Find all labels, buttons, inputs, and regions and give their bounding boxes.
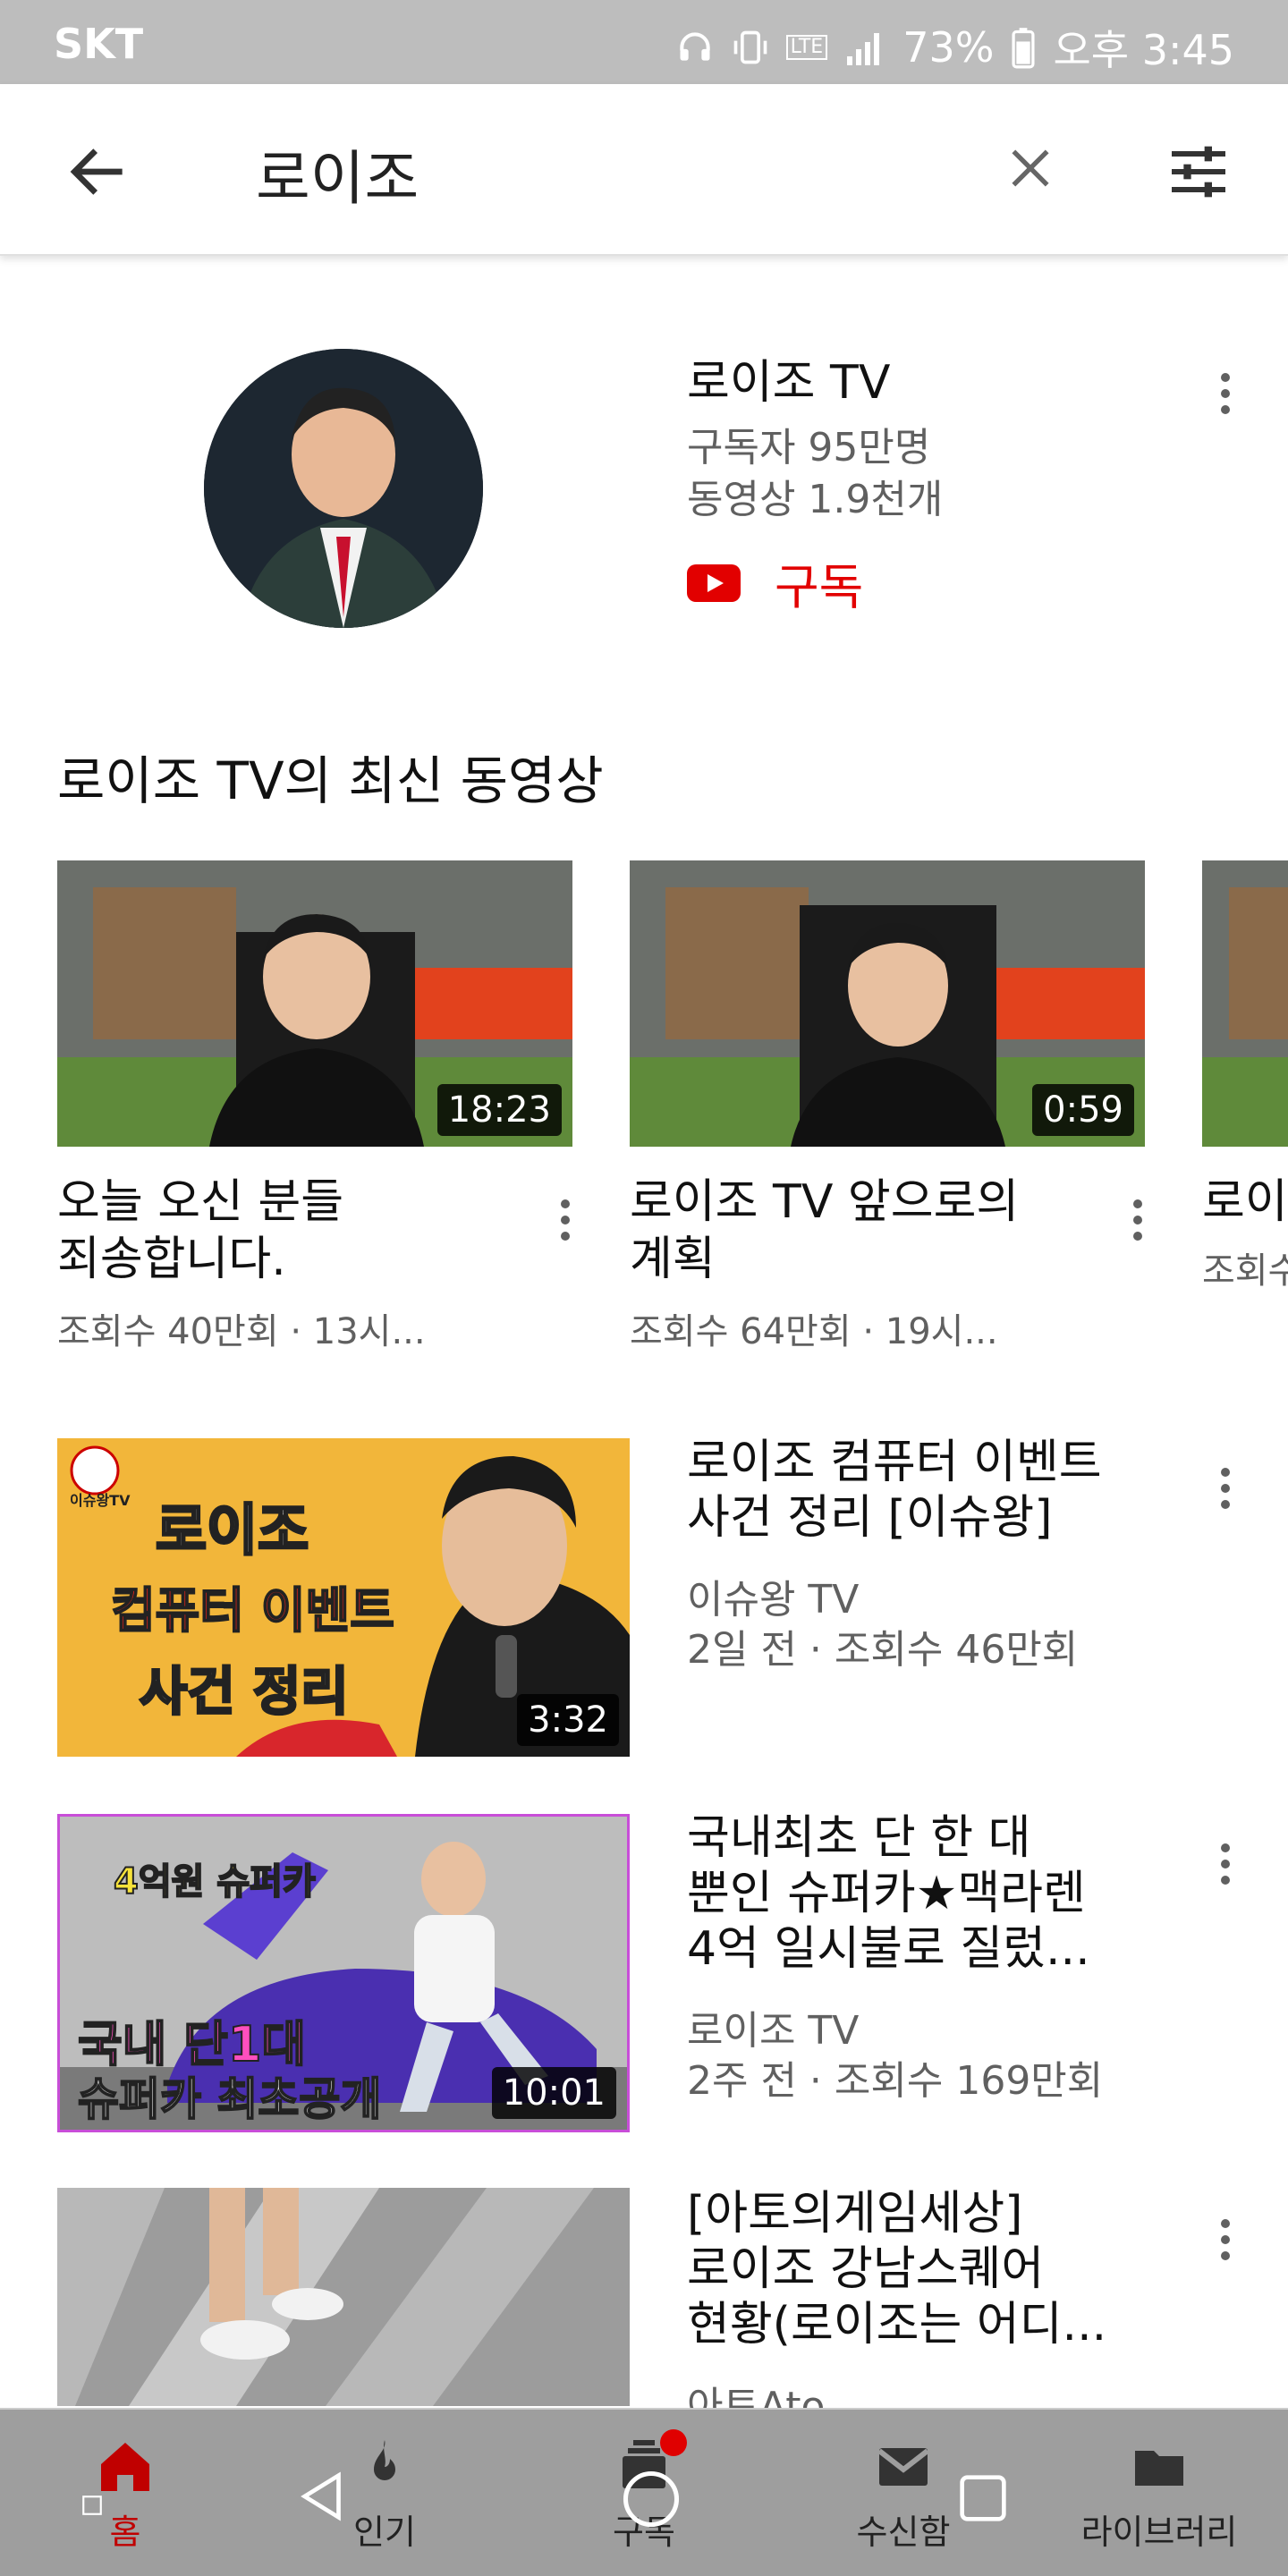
video-title[interactable]: 로이조 컴퓨터 이벤트 사건 정리 [이슈왕] (687, 1435, 1188, 1546)
battery-percent: 73% (902, 23, 995, 72)
flame-icon (374, 2439, 395, 2480)
video-thumbnail[interactable]: 4억원 슈퍼카 국내 단1대 슈퍼카 최초공개 10:01 (57, 1814, 630, 2132)
video-title-line: 오늘 오신 분들 (57, 1175, 344, 1229)
search-query[interactable]: 로이조 (256, 131, 419, 216)
video-title[interactable]: 로이조 TV 앞으로의 계획 (630, 1174, 1095, 1288)
video-title[interactable]: 오늘 오신 분들 죄송합니다. (57, 1174, 522, 1288)
video-duration: 10:01 (491, 2067, 616, 2119)
headphones-icon (679, 32, 710, 61)
nav-label: 라이브러리 (1080, 2512, 1238, 2552)
thumbnail-text: 사건 정리 (139, 1660, 351, 1724)
status-icons: LTE 73% 오후 3:45 (675, 18, 1234, 77)
thumbnail-image (1202, 860, 1288, 1147)
back-arrow-icon[interactable] (63, 136, 134, 208)
nav-home[interactable]: 홈 (36, 2410, 215, 2576)
video-title[interactable]: [아토의게임세상] 로이조 강남스퀘어 현황(로이조는 어디... (687, 2186, 1188, 2352)
channel-more-icon[interactable] (1208, 358, 1243, 429)
video-meta: 조회수 (1202, 1250, 1288, 1292)
video-duration: 3:32 (517, 1694, 619, 1746)
video-title-line: 로이조 컴퓨터 이벤트 (687, 1436, 1102, 1489)
signal-icon (847, 33, 880, 65)
video-thumbnail[interactable]: 이슈왕TV 로이조 컴퓨터 이벤트 사건 정리 3:32 (57, 1438, 630, 1757)
video-more-icon[interactable] (1120, 1184, 1156, 1256)
channel-avatar[interactable] (204, 349, 483, 628)
video-meta: 조회수 64만회 · 19시... (630, 1311, 998, 1352)
avatar-portrait (204, 349, 483, 628)
system-recents-icon[interactable] (952, 2467, 1014, 2529)
thumbnail-image (57, 2188, 630, 2406)
home-icon (101, 2442, 149, 2491)
nav-label: 수신함 (856, 2512, 951, 2552)
nav-label: 인기 (353, 2512, 416, 2552)
video-meta: 2일 전 · 조회수 46만회 (687, 1627, 1079, 1673)
video-channel: 로이조 TV (687, 2008, 860, 2054)
notification-dot (660, 2429, 687, 2456)
video-title-line: 현황(로이조는 어디... (687, 2298, 1107, 2351)
thumbnail-text: 로이조 (154, 1496, 309, 1564)
video-channel: 아토Ato (687, 2384, 826, 2408)
video-more-icon[interactable] (547, 1184, 583, 1256)
video-thumbnail[interactable] (57, 2188, 630, 2406)
channel-subscribers: 구독자 95만명 (687, 425, 931, 470)
video-thumbnail[interactable] (1202, 860, 1288, 1147)
video-duration: 18:23 (436, 1084, 562, 1136)
library-icon (1135, 2450, 1183, 2486)
video-title-line: [아토의게임세상] (687, 2187, 1023, 2241)
video-thumbnail[interactable]: 0:59 (630, 860, 1145, 1147)
video-title-line: 국내최초 단 한 대 (687, 1811, 1031, 1865)
video-more-icon[interactable] (1208, 1453, 1243, 1524)
subscribe-label: 구독 (775, 559, 864, 615)
video-duration: 0:59 (1032, 1084, 1134, 1136)
video-thumbnail[interactable]: 18:23 (57, 860, 572, 1147)
video-meta: 2주 전 · 조회수 169만회 (687, 2058, 1104, 2104)
video-more-icon[interactable] (1208, 2204, 1243, 2275)
filter-icon[interactable] (1163, 136, 1234, 208)
video-title-line: 계획 (630, 1233, 716, 1286)
video-title-line: 뿐인 슈퍼카★맥라렌 (687, 1867, 1086, 1920)
system-back-icon[interactable] (292, 2465, 354, 2528)
clock: 오후 3:45 (1053, 26, 1234, 74)
nav-label: 홈 (109, 2512, 141, 2552)
inbox-icon (877, 2447, 929, 2486)
video-more-icon[interactable] (1208, 1828, 1243, 1900)
thumbnail-text: 4억원 슈퍼카 (113, 1860, 317, 1903)
video-title[interactable]: 로이 (1202, 1174, 1288, 1231)
thumbnail-badge: 이슈왕TV (70, 1492, 131, 1509)
video-title-line: 사건 정리 [이슈왕] (687, 1491, 1053, 1545)
video-title[interactable]: 국내최초 단 한 대 뿐인 슈퍼카★맥라렌 4억 일시불로 질렀... (687, 1810, 1188, 1977)
video-title-line: 죄송합니다. (57, 1233, 286, 1286)
video-channel: 이슈왕 TV (687, 1577, 860, 1623)
nav-library[interactable]: 라이브러리 (1070, 2410, 1249, 2576)
channel-video-count: 동영상 1.9천개 (687, 477, 944, 522)
clear-icon[interactable] (1002, 140, 1059, 197)
thumbnail-text: 슈퍼카 최초공개 (77, 2072, 382, 2126)
video-title-line: 4억 일시불로 질렀... (687, 1922, 1090, 1976)
subscribe-button[interactable]: 구독 (687, 547, 863, 618)
bottom-navigation: 홈 인기 구독 수신함 라이브러리 (0, 2408, 1288, 2576)
channel-name[interactable]: 로이조 TV (687, 344, 890, 411)
youtube-play-icon (687, 564, 741, 602)
status-bar: SKT LTE 73% 오후 3:45 (0, 0, 1288, 84)
vibrate-icon (733, 30, 767, 64)
system-home-icon[interactable] (617, 2465, 685, 2533)
system-nav-dot-icon (82, 2496, 102, 2515)
video-title-line: 로이조 강남스퀘어 (687, 2242, 1045, 2296)
battery-icon (1012, 28, 1035, 69)
video-meta: 조회수 40만회 · 13시... (57, 1311, 426, 1352)
video-title-line: 로이조 TV 앞으로의 (630, 1175, 1020, 1229)
thumbnail-text: 컴퓨터 이벤트 (110, 1581, 395, 1640)
video-title-line: 로이 (1202, 1175, 1288, 1229)
network-type: LTE (785, 35, 828, 60)
carrier-label: SKT (54, 20, 144, 68)
search-header: 로이조 (0, 84, 1288, 256)
section-title: 로이조 TV의 최신 동영상 (57, 750, 604, 811)
